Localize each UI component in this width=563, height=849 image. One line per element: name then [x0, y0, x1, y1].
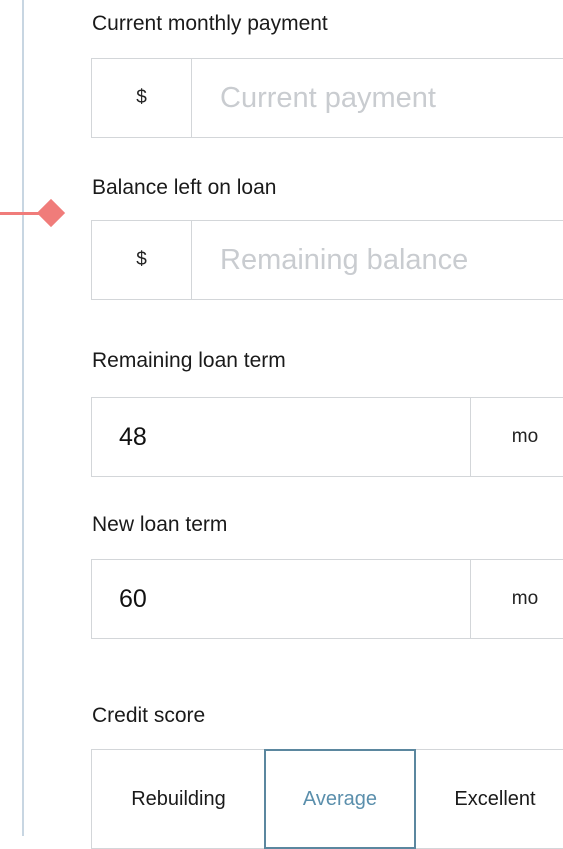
remaining-term-label: Remaining loan term: [92, 349, 286, 372]
credit-score-label: Credit score: [92, 704, 206, 727]
new-term-input[interactable]: 60: [91, 559, 471, 639]
new-term-value: 60: [119, 584, 147, 613]
credit-option-excellent[interactable]: Excellent: [415, 749, 563, 849]
current-payment-input[interactable]: Current payment: [191, 58, 563, 138]
vertical-guide-rail: [22, 0, 24, 836]
remaining-term-value: 48: [119, 422, 147, 451]
diamond-marker-icon: [36, 198, 66, 228]
remaining-term-unit-addon: mo: [470, 397, 563, 477]
balance-placeholder: Remaining balance: [220, 243, 469, 276]
balance-label: Balance left on loan: [92, 176, 277, 199]
current-payment-placeholder: Current payment: [220, 81, 436, 114]
current-payment-label: Current monthly payment: [92, 12, 328, 35]
balance-currency-addon: $: [91, 220, 192, 300]
balance-input[interactable]: Remaining balance: [191, 220, 563, 300]
new-term-unit-addon: mo: [470, 559, 563, 639]
remaining-term-input[interactable]: 48: [91, 397, 471, 477]
current-payment-currency-addon: $: [91, 58, 192, 138]
credit-option-rebuilding[interactable]: Rebuilding: [91, 749, 266, 849]
new-term-label: New loan term: [92, 513, 228, 536]
credit-option-average[interactable]: Average: [264, 749, 416, 849]
